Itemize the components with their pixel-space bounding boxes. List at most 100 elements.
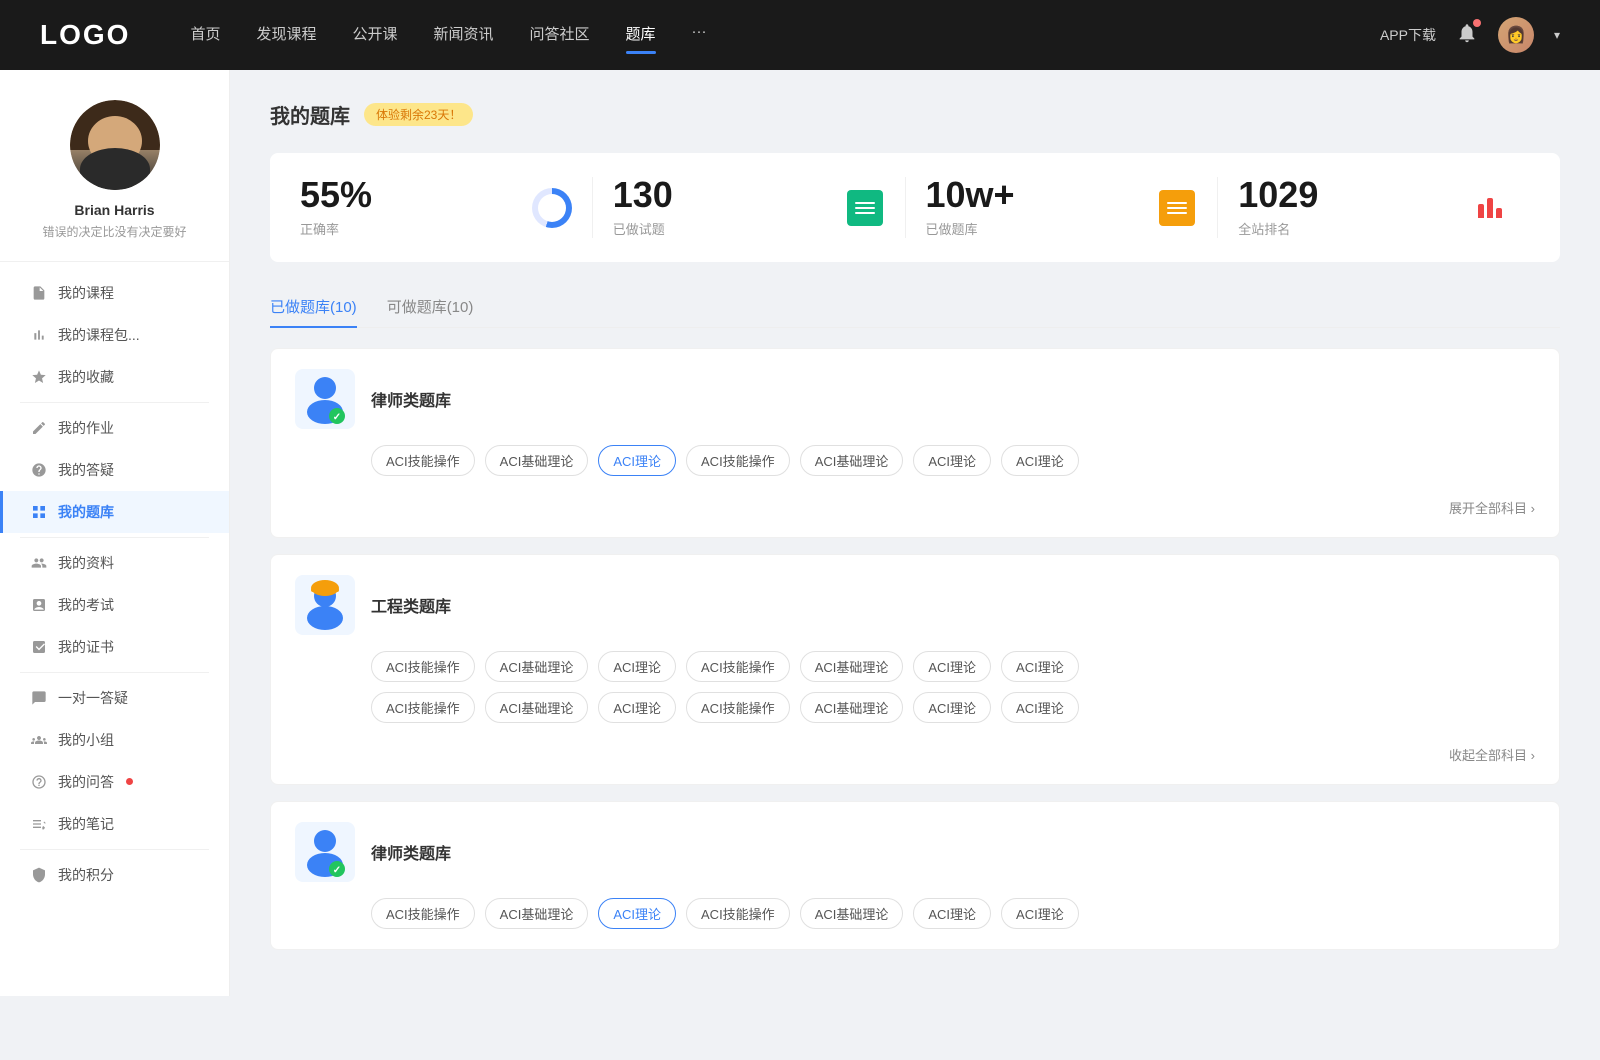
stat-done-questions: 130 已做试题 xyxy=(593,177,906,238)
user-avatar[interactable] xyxy=(70,100,160,190)
qbank-tags-2b: ACI技能操作 ACI基础理论 ACI理论 ACI技能操作 ACI基础理论 AC… xyxy=(295,692,1535,723)
sidebar-item-qa[interactable]: 我的答疑 xyxy=(0,449,229,491)
sidebar-item-course[interactable]: 我的课程 xyxy=(0,272,229,314)
nav-home[interactable]: 首页 xyxy=(190,23,220,48)
svg-text:✓: ✓ xyxy=(333,412,341,423)
tag-1-7[interactable]: ACI理论 xyxy=(1001,445,1079,476)
sidebar-item-questionbank[interactable]: 我的题库 xyxy=(0,491,229,533)
collapse-link-2[interactable]: 收起全部科目 › xyxy=(1449,745,1535,764)
lawyer-icon-1: ✓ xyxy=(295,369,355,429)
nav-discover[interactable]: 发现课程 xyxy=(256,23,316,48)
nav-public[interactable]: 公开课 xyxy=(352,23,397,48)
tab-done[interactable]: 已做题库(10) xyxy=(270,286,357,327)
sidebar-item-favorites[interactable]: 我的收藏 xyxy=(0,356,229,398)
bar-2 xyxy=(1487,198,1493,218)
sidebar-motto: 错误的决定比没有决定要好 xyxy=(42,224,186,241)
qbank-title-1: 律师类题库 xyxy=(371,387,451,411)
sidebar-item-certificate[interactable]: 我的证书 xyxy=(0,626,229,668)
sidebar-item-oneonone[interactable]: 一对一答疑 xyxy=(0,677,229,719)
tag-1-4[interactable]: ACI技能操作 xyxy=(686,445,790,476)
tag-1-5[interactable]: ACI基础理论 xyxy=(800,445,904,476)
question-icon xyxy=(30,461,48,479)
green-doc-icon xyxy=(847,190,883,226)
tag-3-7[interactable]: ACI理论 xyxy=(1001,898,1079,929)
sidebar-item-homework[interactable]: 我的作业 xyxy=(0,407,229,449)
tag-2-7[interactable]: ACI理论 xyxy=(1001,651,1079,682)
qbank-tags-3: ACI技能操作 ACI基础理论 ACI理论 ACI技能操作 ACI基础理论 AC… xyxy=(295,898,1535,929)
tag-1-6[interactable]: ACI理论 xyxy=(913,445,991,476)
stat-accuracy: 55% 正确率 xyxy=(300,177,593,238)
nav-more[interactable]: ··· xyxy=(692,23,707,48)
qbank-header-3: ✓ 律师类题库 xyxy=(295,822,1535,882)
avatar-face: 👩 xyxy=(1498,17,1534,53)
bar-1 xyxy=(1478,204,1484,218)
accuracy-chart-icon xyxy=(532,188,572,228)
tag-1-2[interactable]: ACI基础理论 xyxy=(485,445,589,476)
qbank-footer-1: 展开全部科目 › xyxy=(295,488,1535,517)
sidebar-label-points: 我的积分 xyxy=(58,865,114,885)
qa-icon xyxy=(30,773,48,791)
cert-icon xyxy=(30,638,48,656)
page-container: Brian Harris 错误的决定比没有决定要好 我的课程 我的课程包... xyxy=(0,70,1600,996)
sidebar-item-data[interactable]: 我的资料 xyxy=(0,542,229,584)
tab-available[interactable]: 可做题库(10) xyxy=(387,286,474,327)
sidebar-item-package[interactable]: 我的课程包... xyxy=(0,314,229,356)
tag-2-1[interactable]: ACI技能操作 xyxy=(371,651,475,682)
file-icon xyxy=(30,284,48,302)
logo[interactable]: LOGO xyxy=(40,19,130,51)
expand-link-1[interactable]: 展开全部科目 › xyxy=(1449,498,1535,517)
tag-2b-6[interactable]: ACI理论 xyxy=(913,692,991,723)
trial-badge: 体验剩余23天！ xyxy=(364,103,473,126)
tag-2-5[interactable]: ACI基础理论 xyxy=(800,651,904,682)
bar-chart xyxy=(1478,198,1502,218)
user-avatar-nav[interactable]: 👩 xyxy=(1498,17,1534,53)
nav-news[interactable]: 新闻资讯 xyxy=(434,23,494,48)
sidebar-profile: Brian Harris 错误的决定比没有决定要好 xyxy=(0,100,229,262)
navbar-right: APP下载 👩 ▾ xyxy=(1380,17,1560,53)
tag-1-3[interactable]: ACI理论 xyxy=(598,445,676,476)
tag-2b-5[interactable]: ACI基础理论 xyxy=(800,692,904,723)
tag-2b-3[interactable]: ACI理论 xyxy=(598,692,676,723)
sidebar-item-points[interactable]: 我的积分 xyxy=(0,854,229,896)
tag-3-5[interactable]: ACI基础理论 xyxy=(800,898,904,929)
grid-icon xyxy=(30,503,48,521)
tag-3-4[interactable]: ACI技能操作 xyxy=(686,898,790,929)
stat-done-group: 130 已做试题 xyxy=(613,177,831,238)
tag-3-2[interactable]: ACI基础理论 xyxy=(485,898,589,929)
tag-2-3[interactable]: ACI理论 xyxy=(598,651,676,682)
doc-line-o3 xyxy=(1167,212,1187,214)
sidebar-item-exam[interactable]: 我的考试 xyxy=(0,584,229,626)
nav-questionbank[interactable]: 题库 xyxy=(626,23,656,48)
tag-2b-2[interactable]: ACI基础理论 xyxy=(485,692,589,723)
tag-2-6[interactable]: ACI理论 xyxy=(913,651,991,682)
tag-2b-4[interactable]: ACI技能操作 xyxy=(686,692,790,723)
sidebar-label-oneonone: 一对一答疑 xyxy=(58,688,128,708)
user-menu-chevron[interactable]: ▾ xyxy=(1554,28,1560,42)
stat-banks-label: 已做题库 xyxy=(926,219,1144,238)
tag-3-3[interactable]: ACI理论 xyxy=(598,898,676,929)
tag-3-1[interactable]: ACI技能操作 xyxy=(371,898,475,929)
tag-2b-1[interactable]: ACI技能操作 xyxy=(371,692,475,723)
tag-2-4[interactable]: ACI技能操作 xyxy=(686,651,790,682)
notification-bell[interactable] xyxy=(1456,22,1478,49)
page-header: 我的题库 体验剩余23天！ xyxy=(270,100,1560,129)
edit-icon xyxy=(30,419,48,437)
stat-rank-label: 全站排名 xyxy=(1238,219,1456,238)
sidebar-menu: 我的课程 我的课程包... 我的收藏 xyxy=(0,262,229,906)
sidebar-item-group[interactable]: 我的小组 xyxy=(0,719,229,761)
tag-3-6[interactable]: ACI理论 xyxy=(913,898,991,929)
lawyer-svg-3: ✓ xyxy=(303,827,347,877)
sidebar-label-package: 我的课程包... xyxy=(58,325,140,345)
tag-2b-7[interactable]: ACI理论 xyxy=(1001,692,1079,723)
app-download-link[interactable]: APP下载 xyxy=(1380,25,1436,45)
sidebar-item-myqa[interactable]: 我的问答 xyxy=(0,761,229,803)
sidebar-label-homework: 我的作业 xyxy=(58,418,114,438)
nav-qa[interactable]: 问答社区 xyxy=(530,23,590,48)
bar-3 xyxy=(1496,208,1502,218)
sidebar-item-notes[interactable]: 我的笔记 xyxy=(0,803,229,845)
stat-banks-value: 10w+ xyxy=(926,177,1144,213)
doc-lines xyxy=(855,202,875,214)
notification-badge xyxy=(1473,19,1481,27)
tag-1-1[interactable]: ACI技能操作 xyxy=(371,445,475,476)
tag-2-2[interactable]: ACI基础理论 xyxy=(485,651,589,682)
